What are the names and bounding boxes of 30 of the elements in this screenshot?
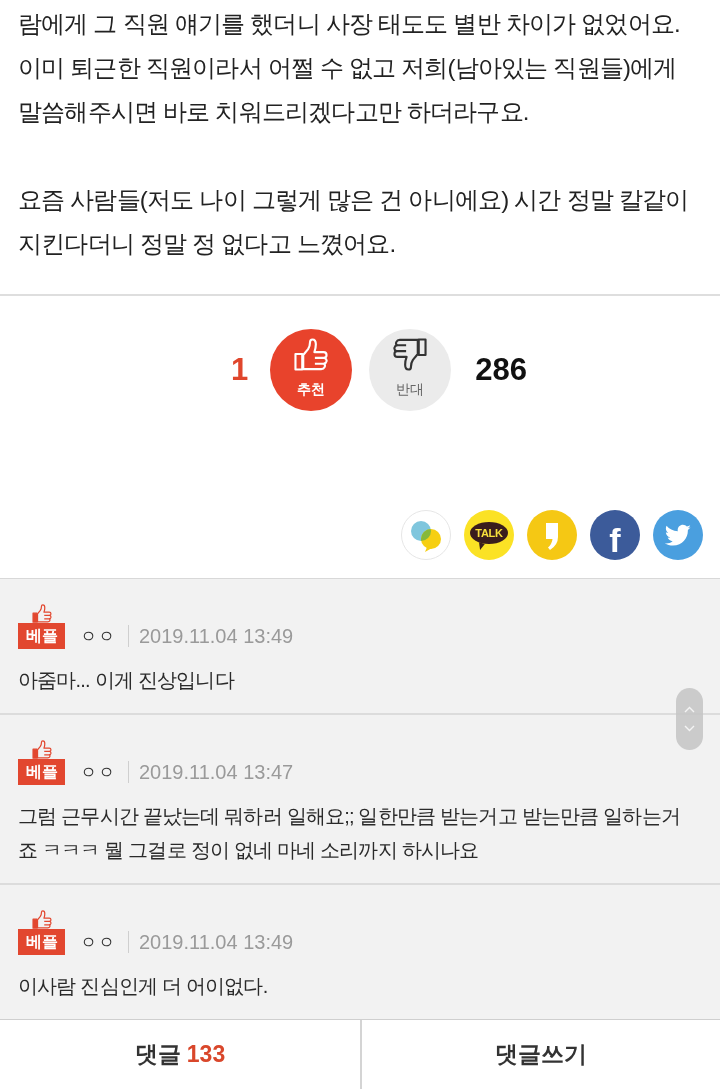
comment-text: 그럼 근무시간 끝났는데 뭐하러 일해요;; 일한만큼 받는거고 받는만큼 일하는거죠 ㅋㅋㅋ 뭘 그걸로 정이 없네 마네 소리까지 하시나요 — [18, 804, 681, 863]
thumbs-up-icon — [294, 338, 329, 371]
oppose-button[interactable]: 반대 — [369, 329, 452, 411]
vote-count: 1 — [231, 352, 249, 388]
best-badge: 베플 — [18, 623, 65, 649]
speech-bubbles-icon[interactable] — [401, 510, 451, 560]
chevron-up-icon[interactable] — [684, 706, 695, 713]
comment-date: 2019.11.04 13:49 — [139, 624, 294, 648]
comment-date: 2019.11.04 13:47 — [139, 760, 294, 784]
thumbs-up-icon — [30, 740, 53, 759]
share-button[interactable]: f — [590, 510, 640, 560]
comment-text: 아줌마... 이게 진상입니다 — [18, 668, 236, 693]
bird-icon[interactable] — [653, 510, 703, 560]
thumbs-up-icon — [30, 910, 53, 929]
article-paragraph: 요즘 사람들(저도 나이 그렇게 많은 건 아니에요) 시간 정말 칼같이 지킨다더니 정말 정 없다고 느꼈어요. — [18, 185, 690, 259]
comma-icon[interactable] — [527, 510, 577, 560]
username: ㅇㅇ — [80, 625, 116, 648]
username: ㅇㅇ — [80, 761, 116, 784]
chevron-down-icon[interactable] — [684, 725, 695, 732]
vote-count: 286 — [475, 352, 527, 388]
share-button[interactable]: TALK — [464, 510, 514, 560]
best-badge: 베플 — [18, 759, 65, 785]
thumbs-down-icon — [393, 338, 428, 371]
recommend-button[interactable]: 추천 — [270, 329, 353, 411]
comment-text: 이사람 진심인게 더 어이없다. — [18, 974, 269, 999]
article-paragraph: 람에게 그 직원 얘기를 했더니 사장 태도도 별반 차이가 없었어요. 이미 퇴근한 직원이라서 어쩔 수 없고 저희(남아있는 직원들)에게 말씀해주시면 바로 치워드리겠다고만 하더라구요. — [18, 9, 681, 127]
comment-date: 2019.11.04 13:49 — [139, 930, 294, 954]
username: ㅇㅇ — [80, 931, 116, 954]
best-badge: 베플 — [18, 929, 65, 955]
thumbs-up-icon — [30, 604, 53, 623]
